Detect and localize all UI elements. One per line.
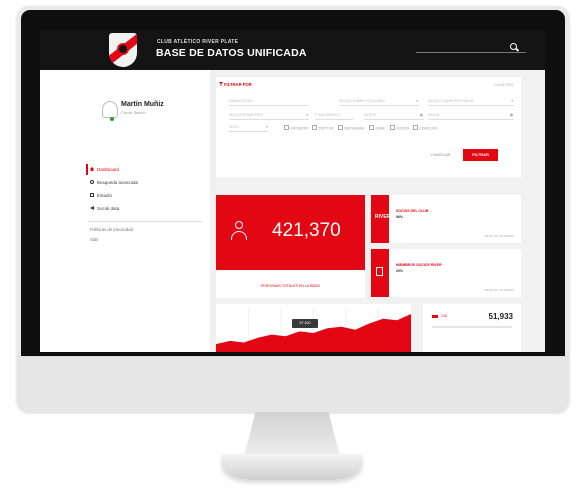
total-people-value: 421,370 bbox=[272, 220, 341, 241]
socios-detail-link[interactable]: DETALLE USUARIOS bbox=[484, 234, 514, 238]
age-range-field[interactable]: RANGO EDAD bbox=[229, 97, 309, 106]
total-people-banner: 421,370 bbox=[216, 195, 365, 270]
online-status-icon bbox=[110, 117, 114, 121]
locality-select[interactable]: SELECCIONAR LOCALIDAD ▾ bbox=[339, 97, 419, 106]
date-from-field[interactable]: DESDE ▦ bbox=[364, 111, 424, 120]
monitor-chin bbox=[17, 356, 569, 412]
metric-progress bbox=[432, 326, 512, 328]
sidebar-item-dashboard[interactable]: Dashboard bbox=[86, 163, 200, 176]
sidebar-item-label: Estadio bbox=[97, 193, 113, 198]
sidebar-item-estadio[interactable]: Estadio bbox=[88, 189, 200, 202]
province-select[interactable]: SELECCIONAR PROVINCIA ▾ bbox=[428, 97, 514, 106]
sidebar: Martín Muñiz Cerrar Sesión Dashboard Bus… bbox=[40, 70, 205, 352]
filter-panel: FILTRAR POR OCULTAR RANGO EDAD SELECCION… bbox=[216, 77, 521, 177]
facebook-checkbox[interactable]: FACEBOOK bbox=[284, 125, 309, 131]
filter-title: FILTRAR POR bbox=[224, 82, 252, 87]
main-content: FILTRAR POR OCULTAR RANGO EDAD SELECCION… bbox=[210, 70, 545, 352]
logout-link[interactable]: Cerrar Sesión bbox=[121, 110, 146, 115]
search-icon[interactable] bbox=[510, 43, 517, 50]
stage: CLUB ATLÉTICO RIVER PLATE BASE DE DATOS … bbox=[0, 0, 585, 491]
socios-card-accent: RIVER bbox=[371, 195, 391, 243]
members-card: MIEMBROS SOCIOS RIVER 20% DETALLE USUARI… bbox=[371, 249, 521, 297]
members-value: 20% bbox=[396, 269, 404, 273]
metric-card: 2.50 51,933 bbox=[423, 304, 521, 352]
sidebar-item-social[interactable]: Social data bbox=[88, 202, 200, 215]
members-detail-link[interactable]: DETALLE USUARIOS bbox=[484, 288, 514, 292]
members-label: MIEMBROS SOCIOS RIVER bbox=[396, 263, 442, 267]
email-checkbox[interactable]: EMAIL bbox=[369, 125, 386, 131]
sidebar-item-label: Social data bbox=[97, 206, 120, 211]
twitter-checkbox[interactable]: TWITTER bbox=[312, 125, 334, 131]
app-screen: CLUB ATLÉTICO RIVER PLATE BASE DE DATOS … bbox=[40, 30, 545, 352]
club-crest-logo bbox=[109, 33, 137, 67]
chart-tooltip: 57.400 bbox=[292, 319, 318, 328]
metric-label: 2.50 bbox=[441, 314, 448, 318]
socios-card: RIVER SOCIOS DEL CLUB 96% DETALLE USUARI… bbox=[371, 195, 521, 243]
socios-label: SOCIOS DEL CLUB bbox=[396, 209, 429, 213]
user-icon bbox=[231, 221, 247, 241]
cancel-button[interactable]: CANCELAR bbox=[431, 153, 451, 157]
club-name: CLUB ATLÉTICO RIVER PLATE bbox=[157, 39, 239, 45]
filter-button[interactable]: FILTRAR bbox=[463, 149, 498, 161]
monitor-stand bbox=[244, 412, 340, 456]
sidebar-item-label: Busqueda avanzada bbox=[97, 180, 139, 185]
share-icon bbox=[90, 206, 94, 210]
concilios-checkbox[interactable]: CONCILIOS bbox=[413, 125, 438, 131]
exit-link[interactable]: Salir bbox=[90, 237, 99, 242]
instagram-checkbox[interactable]: INSTAGRAM bbox=[338, 125, 364, 131]
sidebar-item-busqueda[interactable]: Busqueda avanzada bbox=[88, 176, 200, 189]
sidebar-item-label: Dashboard bbox=[97, 167, 120, 172]
area-chart bbox=[216, 308, 411, 352]
metric-value: 51,933 bbox=[488, 312, 513, 321]
area-chart-card: 57.400 bbox=[216, 304, 411, 352]
search-input[interactable] bbox=[416, 52, 526, 53]
socios-value: 96% bbox=[396, 215, 404, 219]
avatar bbox=[102, 101, 118, 118]
filter-icon bbox=[219, 82, 223, 86]
search-icon bbox=[90, 180, 94, 184]
sidebar-nav: Dashboard Busqueda avanzada Estadio Soci… bbox=[86, 163, 200, 215]
members-card-accent bbox=[371, 249, 389, 297]
socios-checkbox[interactable]: SOCIOS bbox=[390, 125, 410, 131]
user-name: Martín Muñiz bbox=[121, 101, 164, 108]
divider bbox=[88, 221, 202, 222]
sex-select[interactable]: SEXO ▾ bbox=[229, 123, 269, 132]
home-icon bbox=[90, 167, 94, 171]
app-title: BASE DE DATOS UNIFICADA bbox=[156, 47, 307, 59]
privacy-link[interactable]: Políticas de privacidad bbox=[90, 227, 133, 232]
birthdate-field[interactable]: F. NACIMIENTO bbox=[315, 111, 353, 120]
total-people-caption: PERSONAS TOTALES EN LA BBDD bbox=[260, 284, 321, 288]
total-people-card: 421,370 PERSONAS TOTALES EN LA BBDD bbox=[216, 195, 365, 298]
top-bar: CLUB ATLÉTICO RIVER PLATE BASE DE DATOS … bbox=[40, 30, 545, 70]
river-logo-icon: RIVER bbox=[375, 214, 391, 220]
hide-filter-toggle[interactable]: OCULTAR bbox=[494, 82, 513, 87]
document-icon bbox=[376, 267, 383, 276]
grid-icon bbox=[90, 193, 94, 197]
date-to-field[interactable]: HASTA ▦ bbox=[428, 111, 514, 120]
country-select[interactable]: SELECCIONAR PAIS ▾ bbox=[229, 111, 309, 120]
monitor-base bbox=[222, 454, 362, 480]
metric-legend-swatch bbox=[432, 315, 438, 318]
